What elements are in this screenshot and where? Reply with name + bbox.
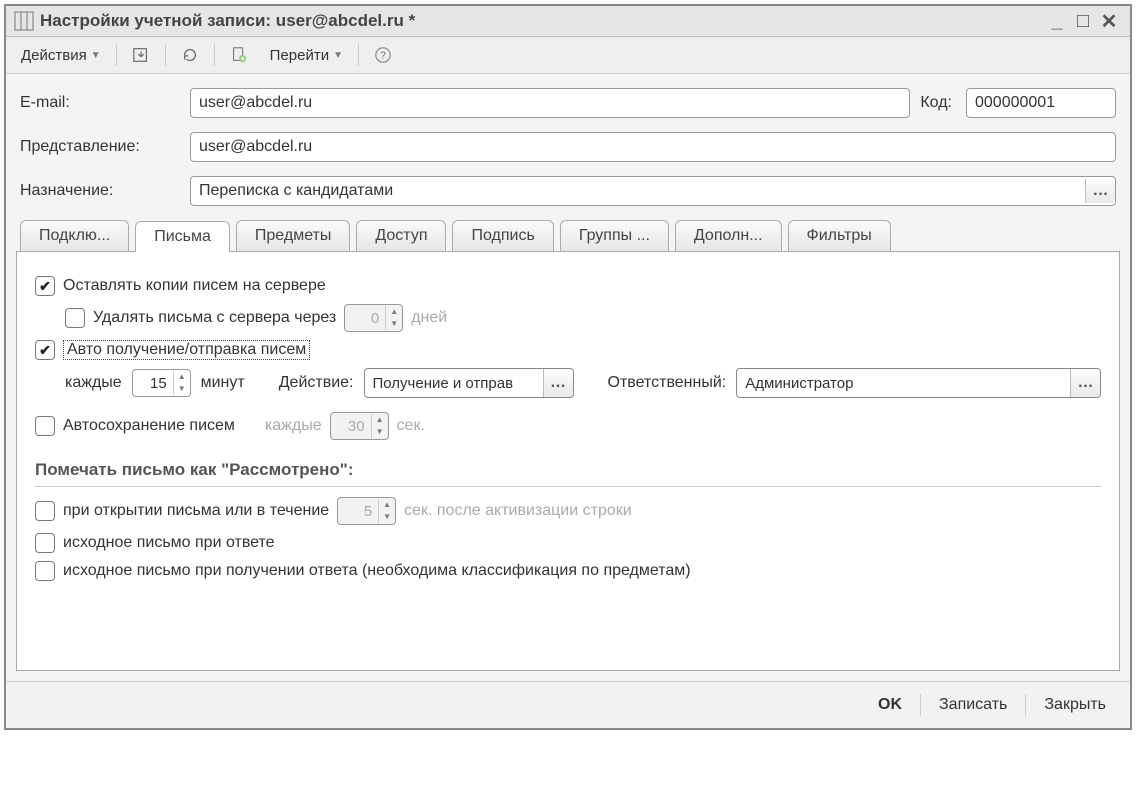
action-select-button[interactable]: … (543, 369, 573, 397)
on-open-label: при открытии письма или в течение (63, 502, 329, 520)
ok-button[interactable]: OK (870, 692, 910, 718)
tab-body-letters: Оставлять копии писем на сервере Удалять… (16, 251, 1120, 671)
email-input[interactable]: user@abcdel.ru (190, 88, 910, 118)
dialog-footer: OK Записать Закрыть (6, 681, 1130, 728)
toolbar-separator (358, 44, 359, 66)
chevron-down-icon: ▼ (91, 50, 101, 61)
email-label: E-mail: (20, 94, 180, 112)
spin-down-icon: ▼ (386, 318, 402, 330)
close-dialog-button[interactable]: Закрыть (1036, 692, 1114, 718)
maximize-button[interactable]: □ (1070, 10, 1096, 32)
on-reply-checkbox[interactable] (35, 533, 55, 553)
days-label: дней (411, 309, 447, 327)
tab-connection[interactable]: Подклю... (20, 220, 129, 251)
goto-label: Перейти (270, 47, 329, 64)
action-combo[interactable]: Получение и отправ … (364, 368, 574, 398)
delete-after-spinner: 0 ▲▼ (344, 304, 403, 332)
save-button[interactable]: Записать (931, 692, 1015, 718)
code-label: Код: (920, 94, 952, 112)
auto-sendrecv-label: Авто получение/отправка писем (63, 340, 310, 360)
tab-additional[interactable]: Дополн... (675, 220, 782, 251)
tab-letters[interactable]: Письма (135, 221, 230, 252)
toolbar-separator (214, 44, 215, 66)
on-open-suffix: сек. после активизации строки (404, 502, 632, 520)
refresh-button[interactable] (172, 41, 208, 69)
toolbar-separator (116, 44, 117, 66)
delete-after-checkbox[interactable] (65, 308, 85, 328)
spin-up-icon: ▲ (386, 306, 402, 318)
sec-label: сек. (397, 417, 425, 435)
window-title: Настройки учетной записи: user@abcdel.ru… (40, 11, 415, 31)
action-label: Действие: (279, 374, 354, 392)
tab-access[interactable]: Доступ (356, 220, 446, 251)
spin-down-icon[interactable]: ▼ (174, 383, 190, 395)
autosave-label: Автосохранение писем (63, 417, 235, 435)
tab-groups[interactable]: Группы ... (560, 220, 669, 251)
spin-up-icon: ▲ (379, 499, 395, 511)
on-receive-reply-label: исходное письмо при получении ответа (не… (63, 562, 691, 580)
tab-subjects[interactable]: Предметы (236, 220, 350, 251)
on-reply-label: исходное письмо при ответе (63, 534, 275, 552)
window-grid-icon (14, 11, 34, 31)
code-input[interactable]: 000000001 (966, 88, 1116, 118)
autosave-spinner: 30 ▲▼ (330, 412, 389, 440)
keep-copies-checkbox[interactable] (35, 276, 55, 296)
autosave-every-label: каждые (265, 417, 322, 435)
minutes-label: минут (201, 374, 245, 392)
titlebar: Настройки учетной записи: user@abcdel.ru… (6, 6, 1130, 37)
account-settings-window: Настройки учетной записи: user@abcdel.ru… (4, 4, 1132, 730)
spin-down-icon: ▼ (379, 511, 395, 523)
purpose-select-button[interactable]: … (1085, 179, 1115, 203)
tab-signature[interactable]: Подпись (452, 220, 553, 251)
on-receive-reply-checkbox[interactable] (35, 561, 55, 581)
help-icon: ? (374, 46, 392, 64)
representation-input[interactable]: user@abcdel.ru (190, 132, 1116, 162)
auto-sendrecv-checkbox[interactable] (35, 340, 55, 360)
refresh-icon (181, 46, 199, 64)
create-button[interactable] (221, 41, 257, 69)
form-area: E-mail: user@abcdel.ru Код: 000000001 Пр… (6, 74, 1130, 206)
spin-up-icon[interactable]: ▲ (174, 371, 190, 383)
tab-filters[interactable]: Фильтры (788, 220, 891, 251)
purpose-label: Назначение: (20, 182, 180, 200)
document-plus-icon (230, 46, 248, 64)
spin-up-icon: ▲ (372, 414, 388, 426)
autosave-checkbox[interactable] (35, 416, 55, 436)
on-open-checkbox[interactable] (35, 501, 55, 521)
close-button[interactable]: ✕ (1096, 10, 1122, 32)
delete-after-label: Удалять письма с сервера через (93, 309, 336, 327)
help-button[interactable]: ? (365, 41, 401, 69)
responsible-label: Ответственный: (608, 374, 727, 392)
responsible-select-button[interactable]: … (1070, 369, 1100, 397)
actions-menu[interactable]: Действия ▼ (12, 42, 110, 69)
goto-menu[interactable]: Перейти ▼ (261, 42, 352, 69)
spin-down-icon: ▼ (372, 426, 388, 438)
every-minutes-spinner[interactable]: 15 ▲▼ (132, 369, 191, 397)
save-and-close-button[interactable] (123, 41, 159, 69)
chevron-down-icon: ▼ (333, 50, 343, 61)
footer-separator (920, 694, 921, 716)
tab-strip: Подклю... Письма Предметы Доступ Подпись… (6, 220, 1130, 251)
responsible-combo[interactable]: Администратор … (736, 368, 1101, 398)
on-open-spinner: 5 ▲▼ (337, 497, 396, 525)
disk-arrow-icon (132, 46, 150, 64)
every-label: каждые (65, 374, 122, 392)
purpose-input[interactable]: Переписка с кандидатами … (190, 176, 1116, 206)
mark-reviewed-section-title: Помечать письмо как "Рассмотрено": (35, 456, 1101, 487)
toolbar: Действия ▼ Перейти ▼ ? (6, 37, 1130, 74)
actions-label: Действия (21, 47, 87, 64)
representation-label: Представление: (20, 138, 180, 156)
footer-separator (1025, 694, 1026, 716)
toolbar-separator (165, 44, 166, 66)
minimize-button[interactable]: _ (1044, 10, 1070, 32)
svg-text:?: ? (380, 51, 386, 62)
keep-copies-label: Оставлять копии писем на сервере (63, 277, 326, 295)
